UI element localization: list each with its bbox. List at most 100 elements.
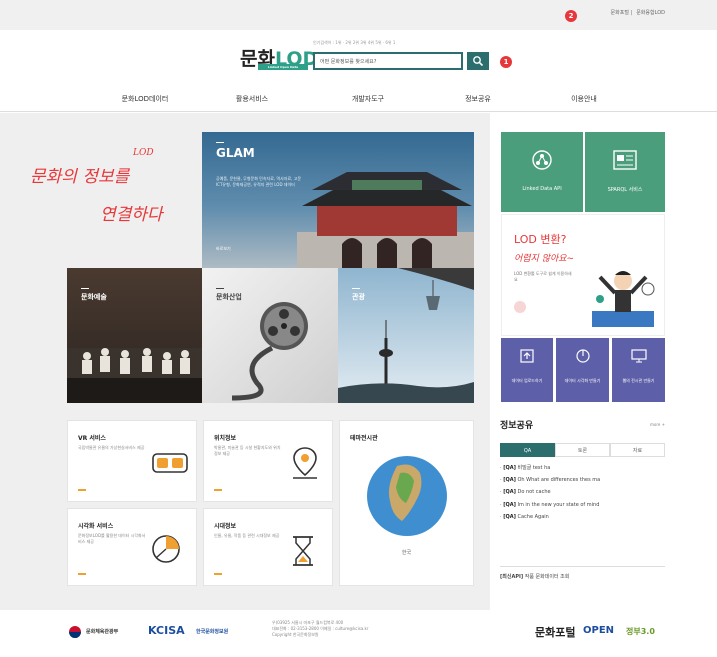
glam-tile[interactable]: GLAM 공예품, 문헌물, 무형문화 민속자료, 역사자료, 고문 ICT유형… (202, 132, 474, 268)
data-upload-tile[interactable]: 데이터 업로드하기 (501, 338, 553, 402)
data-visualization-label: 데이터 시각화 만들기 (564, 378, 601, 383)
data-upload-label: 데이터 업로드하기 (511, 378, 543, 383)
latest-api-notice[interactable]: [최신API] 작품 문화데이터 조회 (500, 566, 665, 584)
nav-item-guide[interactable]: 이용안내 (544, 94, 624, 104)
annotation-badge-1: 1 (500, 56, 512, 68)
culture-art-tile[interactable]: 문화예술 (67, 268, 202, 403)
nav-item-info-share[interactable]: 정보공유 (438, 94, 518, 104)
gov30-logo[interactable]: 정부3.0 (626, 626, 655, 637)
glam-description: 공예품, 문헌물, 무형문화 민속자료, 역사자료, 고문 ICT유형, 문화재… (216, 176, 302, 187)
info-share-tabs: QA 토론 자료 (500, 443, 665, 457)
qa-list: · [QA] 비밀글 test ha · [QA] Oh What are di… (500, 464, 665, 527)
vr-goggles-icon (152, 453, 188, 473)
sparql-service-tile[interactable]: SPARQL 서비스 (585, 132, 665, 212)
vr-service-desc: 국립박물관 유물의 가상현실서비스 제공 (78, 445, 145, 450)
era-info-desc: 인물, 유물, 작품 등 관련 시대정보 제공 (214, 533, 280, 538)
nav-item-services[interactable]: 활용서비스 (212, 94, 292, 104)
theme-exhibition-title: 테마전시관 (350, 435, 378, 442)
visualization-service-desc: 문화정보LOD를 활용한 데이터 시각화서비스 제공 (78, 533, 146, 544)
footer-address-block: 우)03925 서울시 마포구 월드컵북로 400 대표전화 : 02-3153… (272, 620, 442, 638)
list-item[interactable]: · [QA] Im in the new your state of mind (500, 502, 665, 515)
chart-circle-icon (575, 349, 590, 363)
linked-data-api-tile[interactable]: Linked Data API (501, 132, 583, 212)
monitor-icon (630, 349, 647, 363)
top-utility-bar: 문화포털 | 문화융합LOD (0, 0, 717, 30)
arrow-icon (78, 573, 86, 575)
linked-data-api-label: Linked Data API (522, 186, 562, 192)
lod-convert-script: 어렵지 않아요~ (514, 254, 575, 264)
go-button[interactable] (514, 301, 526, 313)
glam-title: GLAM (216, 146, 255, 160)
hero-script-line2: 연결하다 (100, 205, 163, 225)
era-info-title: 시대정보 (214, 523, 237, 530)
upload-icon (520, 349, 534, 363)
nav-item-lod-data[interactable]: 문화LOD데이터 (105, 94, 185, 104)
web-exhibition-tile[interactable]: 웹의 전시관 만들기 (612, 338, 665, 402)
page: 문화포털 | 문화융합LOD 2 문화LOD Linked Open Data 인… (0, 0, 717, 657)
list-item[interactable]: · [QA] 비밀글 test ha (500, 464, 665, 477)
list-item[interactable]: · [QA] Oh What are differences thes ma (500, 477, 665, 490)
theme-exhibition-card[interactable]: 테마전시관 한국 (339, 420, 474, 586)
info-share-more-link[interactable]: more + (650, 422, 665, 427)
footer-copyright: Copyright 한국문화정보원 (272, 632, 319, 637)
web-exhibition-label: 웹의 전시관 만들기 (622, 378, 655, 383)
tab-discussion[interactable]: 토론 (555, 443, 610, 457)
document-screen-icon (613, 150, 637, 170)
arrow-icon (214, 573, 222, 575)
location-info-title: 위치정보 (214, 435, 237, 442)
hourglass-icon (293, 536, 313, 566)
list-item[interactable]: · [QA] Do not cache (500, 489, 665, 502)
tourism-tile[interactable]: 관광 (338, 268, 474, 403)
vr-service-card[interactable]: VR 서비스 국립박물관 유물의 가상현실서비스 제공 (67, 420, 197, 502)
culture-art-label: 문화예술 (81, 293, 107, 301)
culture-industry-label: 문화산업 (216, 293, 242, 301)
info-share-title: 정보공유 (500, 421, 534, 431)
vr-service-title: VR 서비스 (78, 435, 106, 442)
ministry-name: 문화체육관광부 (86, 629, 119, 635)
location-info-card[interactable]: 위치정보 박물관, 미술관 등 시설 현황지도와 위치정보 제공 (203, 420, 333, 502)
sparql-service-label: SPARQL 서비스 (607, 187, 643, 193)
search-input[interactable]: 어떤 문화정보를 찾으세요? (313, 52, 463, 70)
ministry-logo-icon (69, 626, 81, 638)
lod-convert-desc: LOD 변환툴 도구로 쉽게 이용하세요 (514, 271, 572, 282)
annotation-badge-2: 2 (565, 10, 577, 22)
era-info-card[interactable]: 시대정보 인물, 유물, 작품 등 관련 시대정보 제공 (203, 508, 333, 586)
tab-qa[interactable]: QA (500, 443, 555, 457)
pie-chart-icon (152, 535, 180, 563)
notice-tag: [최신API] (500, 574, 524, 580)
notice-text: 작품 문화데이터 조회 (524, 574, 570, 580)
hero-script-lod: LOD (133, 148, 154, 158)
tab-materials[interactable]: 자료 (610, 443, 665, 457)
map-pin-icon (293, 447, 317, 479)
popular-keywords: 인기검색어 : 1위 · 2위 2위 3위 4위 5위 · 6위 1 (313, 40, 396, 45)
location-info-desc: 박물관, 미술관 등 시설 현황지도와 위치정보 제공 (214, 445, 281, 456)
glam-more-link[interactable]: 바로보기 (216, 246, 231, 252)
cheering-person-image (592, 271, 655, 327)
lod-convert-title: LOD 변환? (514, 233, 567, 246)
hero-script-line1: 문화의 정보를 (30, 167, 130, 187)
culture-portal-logo[interactable]: 문화포털 (535, 624, 575, 640)
network-globe-icon (532, 150, 552, 170)
top-link-lod[interactable]: 문화융합LOD (636, 10, 665, 16)
tourism-label: 관광 (352, 293, 365, 301)
logo-subtitle: Linked Open Data (258, 64, 308, 70)
kcisa-subtitle: 한국문화정보원 (196, 629, 229, 635)
top-link-portal[interactable]: 문화포털 (611, 10, 629, 16)
search-button[interactable] (467, 52, 489, 70)
globe-image (367, 456, 447, 536)
kcisa-logo[interactable]: KCISA (148, 624, 185, 637)
info-share-section: 정보공유 more + QA 토론 자료 · [QA] 비밀글 test ha … (500, 418, 665, 520)
list-item[interactable]: · [QA] Cache Again (500, 514, 665, 527)
culture-industry-tile[interactable]: 문화산업 (202, 268, 338, 403)
search-placeholder: 어떤 문화정보를 찾으세요? (320, 59, 377, 65)
visualization-service-card[interactable]: 시각화 서비스 문화정보LOD를 활용한 데이터 시각화서비스 제공 (67, 508, 197, 586)
lod-convert-banner[interactable]: LOD 변환? 어렵지 않아요~ LOD 변환툴 도구로 쉽게 이용하세요 (501, 214, 665, 336)
arrow-icon (214, 489, 222, 491)
search-icon (473, 56, 484, 67)
site-logo[interactable]: 문화LOD Linked Open Data (240, 44, 318, 71)
arrow-icon (78, 489, 86, 491)
open-logo[interactable]: OPEN (583, 625, 614, 636)
data-visualization-tile[interactable]: 데이터 시각화 만들기 (556, 338, 609, 402)
nav-item-dev-tools[interactable]: 개발자도구 (328, 94, 408, 104)
visualization-service-title: 시각화 서비스 (78, 523, 114, 530)
